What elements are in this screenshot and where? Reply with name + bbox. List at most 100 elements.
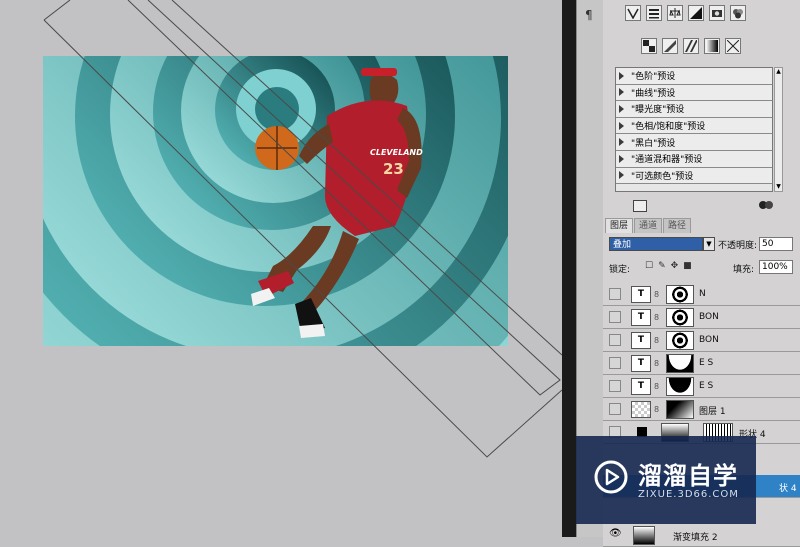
layer-visibility-box[interactable] (609, 380, 621, 392)
expand-triangle-icon (619, 104, 624, 113)
tab-paths[interactable]: 路径 (663, 218, 692, 233)
link-icon: 8 (654, 382, 660, 391)
lock-transparency-icon[interactable]: ☐ (645, 261, 653, 271)
lock-move-icon[interactable]: ✥ (671, 261, 679, 271)
canvas-edge-strip (562, 0, 576, 537)
chevron-down-icon[interactable]: ▼ (703, 237, 715, 251)
lock-all-icon[interactable]: ■ (683, 261, 692, 271)
play-logo-icon (594, 460, 628, 494)
camera-icon[interactable] (709, 5, 725, 21)
gradient-fill-thumbnail (633, 526, 655, 545)
tab-layers[interactable]: 图层 (605, 218, 634, 233)
expand-triangle-icon (619, 88, 624, 97)
text-layer-icon: T (631, 355, 651, 372)
layer-mask-thumbnail[interactable] (666, 308, 694, 327)
link-icon: 8 (654, 336, 660, 345)
jersey-text: CLEVELAND (370, 148, 423, 157)
layer-name: E S (699, 358, 714, 368)
blend-mode-select[interactable]: 叠加 (609, 237, 703, 251)
layer-visibility-box[interactable] (609, 311, 621, 323)
watermark-title: 溜溜自学 (638, 462, 738, 490)
text-layer-icon: T (631, 378, 651, 395)
link-icon: 8 (654, 313, 660, 322)
posterize-icon[interactable] (662, 38, 678, 54)
link-icon: 8 (654, 405, 660, 414)
transparent-layer-thumbnail (631, 401, 651, 418)
preset-hue-saturation[interactable]: "色相/饱和度"预设 (616, 117, 772, 135)
adjustment-icons-row-2 (641, 38, 741, 54)
document-image[interactable]: CLEVELAND 23 (43, 56, 508, 346)
layer-row[interactable]: T 8 BON (603, 329, 800, 352)
levels-icon[interactable] (625, 5, 641, 21)
clip-to-layer-icon[interactable] (633, 200, 647, 212)
text-layer-icon: T (631, 309, 651, 326)
selective-color-icon[interactable] (725, 38, 741, 54)
layer-name: 图层 1 (699, 407, 726, 417)
exposure-icon[interactable] (688, 5, 704, 21)
scroll-up-icon[interactable]: ▲ (775, 68, 782, 76)
expand-triangle-icon (619, 71, 624, 80)
layer-row[interactable]: 👁 渐变填充 2 (603, 524, 800, 547)
layers-panel-tabs: 图层 通道 路径 (605, 218, 692, 233)
layer-visibility-box[interactable] (609, 288, 621, 300)
watermark-badge: 溜溜自学 ZIXUE.3D66.COM (576, 436, 756, 524)
preset-levels[interactable]: "色阶"预设 (616, 68, 772, 85)
lock-brush-icon[interactable]: ✎ (658, 261, 666, 271)
basketball-player (251, 68, 422, 338)
layer-row[interactable]: T 8 E S (603, 375, 800, 398)
lock-options: ☐ ✎ ✥ ■ (645, 261, 692, 271)
tab-channels[interactable]: 通道 (634, 218, 663, 233)
lock-label: 锁定: (609, 265, 631, 275)
layer-visibility-box[interactable] (609, 357, 621, 369)
eye-icon[interactable]: 👁 (609, 528, 622, 539)
expand-triangle-icon (619, 121, 624, 130)
layer-mask-thumbnail[interactable] (666, 377, 694, 396)
watermark-url: ZIXUE.3D66.COM (638, 489, 739, 500)
balance-icon[interactable] (667, 5, 683, 21)
opacity-input[interactable]: 50 (759, 237, 793, 251)
presets-scrollbar[interactable]: ▲ ▼ (774, 67, 783, 192)
layer-name: 状 4 (779, 484, 797, 494)
layer-mask-thumbnail[interactable] (666, 400, 694, 419)
visibility-toggle-icon[interactable] (759, 200, 773, 210)
layer-name: BON (699, 312, 719, 322)
layer-visibility-box[interactable] (609, 334, 621, 346)
curves-icon[interactable] (646, 5, 662, 21)
paragraph-icon[interactable]: ¶ (585, 8, 593, 22)
invert-icon[interactable] (641, 38, 657, 54)
adjustment-icons-row-1 (625, 5, 746, 21)
layer-row[interactable]: T 8 N (603, 283, 800, 306)
expand-triangle-icon (619, 154, 624, 163)
layer-mask-thumbnail[interactable] (666, 285, 694, 304)
fill-input[interactable]: 100% (759, 260, 793, 274)
link-icon: 8 (654, 290, 660, 299)
layer-name: BON (699, 335, 719, 345)
canvas-area[interactable]: CLEVELAND 23 (0, 0, 562, 537)
preset-channel-mixer[interactable]: "通道混和器"预设 (616, 150, 772, 168)
text-layer-icon: T (631, 286, 651, 303)
layer-mask-thumbnail[interactable] (666, 331, 694, 350)
preset-selective-color[interactable]: "可选颜色"预设 (616, 167, 772, 185)
expand-triangle-icon (619, 171, 624, 180)
layer-row[interactable]: 8 图层 1 (603, 398, 800, 421)
scroll-down-icon[interactable]: ▼ (775, 183, 782, 191)
adjustment-presets-list: "色阶"预设 "曲线"预设 "曝光度"预设 "色相/饱和度"预设 "黑白"预设 … (615, 67, 773, 192)
layer-visibility-box[interactable] (609, 403, 621, 415)
fill-label: 填充: (733, 265, 755, 275)
text-layer-icon: T (631, 332, 651, 349)
preset-curves[interactable]: "曲线"预设 (616, 84, 772, 102)
layer-mask-thumbnail[interactable] (666, 354, 694, 373)
gradient-map-icon[interactable] (704, 38, 720, 54)
expand-triangle-icon (619, 138, 624, 147)
preset-exposure[interactable]: "曝光度"预设 (616, 101, 772, 118)
preset-black-white[interactable]: "黑白"预设 (616, 134, 772, 151)
opacity-label: 不透明度: (718, 241, 758, 251)
channel-mixer-icon[interactable] (730, 5, 746, 21)
jersey-number: 23 (383, 160, 404, 178)
layer-name: N (699, 289, 706, 299)
layer-name: E S (699, 381, 714, 391)
threshold-icon[interactable] (683, 38, 699, 54)
layer-row[interactable]: T 8 E S (603, 352, 800, 375)
layer-row[interactable]: T 8 BON (603, 306, 800, 329)
link-icon: 8 (654, 359, 660, 368)
